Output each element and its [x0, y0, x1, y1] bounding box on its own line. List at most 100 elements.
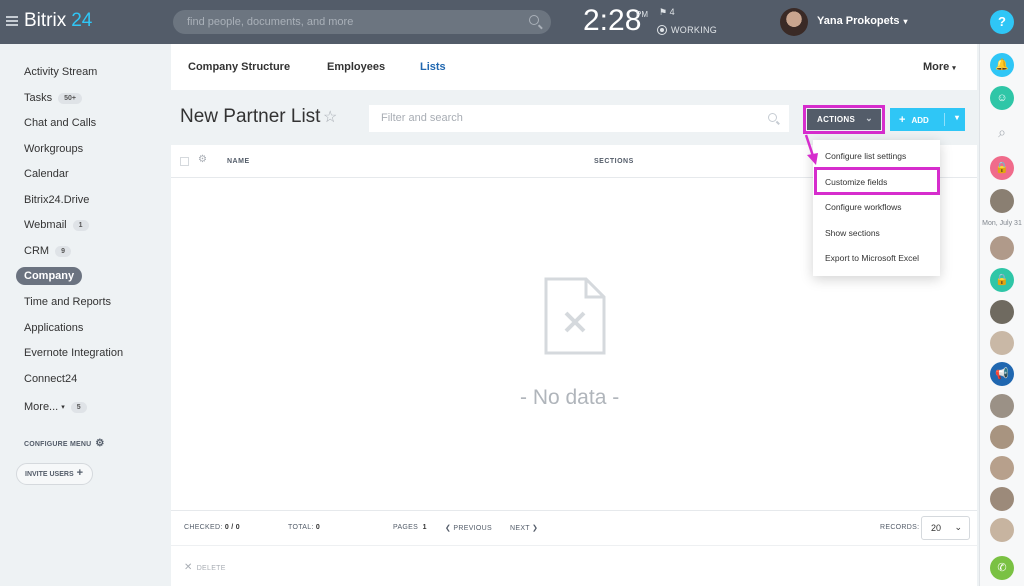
sidebar-item-tasks[interactable]: Tasks 50+ [24, 92, 82, 104]
pages-value: 1 [422, 524, 427, 531]
chevron-down-icon[interactable]: ▾ [955, 113, 959, 122]
global-search-input[interactable]: find people, documents, and more [173, 10, 551, 34]
sidebar-item-label: CRM [24, 245, 50, 257]
sidebar-item-drive[interactable]: Bitrix24.Drive [24, 194, 89, 206]
close-icon: ✕ [184, 562, 193, 573]
delete-button[interactable]: ✕ DELETE [184, 562, 226, 573]
tab-company-structure[interactable]: Company Structure [188, 61, 290, 73]
column-header-sections[interactable]: SECTIONS [594, 158, 634, 165]
contact-avatar[interactable] [990, 331, 1014, 355]
sidebar-item-evernote[interactable]: Evernote Integration [24, 347, 123, 359]
previous-label: PREVIOUS [453, 525, 492, 532]
previous-page-button[interactable]: ❮ PREVIOUS [445, 524, 492, 532]
sidebar-item-workgroups[interactable]: Workgroups [24, 143, 83, 155]
checked-value: 0 / 0 [224, 524, 240, 531]
sidebar-item-label: Calendar [24, 168, 69, 180]
sidebar-item-webmail[interactable]: Webmail 1 [24, 219, 89, 231]
contact-avatar[interactable] [990, 425, 1014, 449]
highlight-box [803, 105, 885, 134]
help-icon[interactable]: ? [990, 10, 1014, 34]
records-label: RECORDS: [880, 524, 920, 531]
sidebar-item-applications[interactable]: Applications [24, 322, 83, 334]
delete-label: DELETE [196, 565, 226, 572]
next-label: NEXT [510, 525, 530, 532]
sidebar-item-connect24[interactable]: Connect24 [24, 373, 77, 385]
gear-icon: ⚙ [95, 438, 105, 449]
invite-users-button[interactable]: INVITE USERS + [16, 463, 93, 485]
clock-time[interactable]: 2:28 [583, 4, 641, 38]
lock-icon[interactable]: 🔒 [990, 268, 1014, 292]
menu-item-configure-workflows[interactable]: Configure workflows [825, 202, 902, 212]
pointer-arrow-icon [804, 134, 818, 165]
select-all-checkbox[interactable] [180, 157, 189, 166]
next-page-button[interactable]: NEXT ❯ [510, 524, 538, 532]
pages-label: PAGES [393, 524, 419, 531]
contact-avatar[interactable] [990, 189, 1014, 213]
contact-avatar[interactable] [990, 487, 1014, 511]
sidebar-item-chat[interactable]: Chat and Calls [24, 117, 96, 129]
sidebar-item-label: Chat and Calls [24, 117, 97, 129]
sidebar-item-company[interactable]: Company [16, 267, 83, 285]
tab-employees[interactable]: Employees [327, 61, 385, 73]
plus-icon: + [76, 467, 83, 479]
search-icon[interactable]: ⌕ [990, 120, 1014, 144]
clock-ampm: PM [636, 10, 648, 19]
search-placeholder: find people, documents, and more [187, 16, 354, 28]
chat-icon[interactable]: ☺ [990, 86, 1014, 110]
sidebar-item-calendar[interactable]: Calendar [24, 168, 69, 180]
gear-icon[interactable]: ⚙ [198, 154, 207, 165]
menu-item-show-sections[interactable]: Show sections [825, 228, 880, 238]
user-menu[interactable]: Yana Prokopets ▾ [817, 15, 908, 27]
sidebar-item-label: Applications [24, 322, 84, 334]
total-label: TOTAL: [288, 524, 314, 531]
sidebar-item-label: Workgroups [24, 143, 84, 155]
count-badge: 5 [70, 401, 87, 413]
checked-label: CHECKED: [184, 524, 223, 531]
contact-avatar[interactable] [990, 518, 1014, 542]
sidebar-item-activity-stream[interactable]: Activity Stream [24, 66, 97, 78]
contact-avatar[interactable] [990, 236, 1014, 260]
sidebar-item-time-reports[interactable]: Time and Reports [24, 296, 111, 308]
lock-icon[interactable]: 🔒 [990, 156, 1014, 180]
sidebar-item-label: Connect24 [24, 373, 78, 385]
menu-icon[interactable] [6, 14, 18, 28]
sidebar-item-crm[interactable]: CRM 9 [24, 245, 71, 257]
status-icon [657, 25, 667, 35]
contact-avatar[interactable] [990, 394, 1014, 418]
bell-icon[interactable]: 🔔 [990, 53, 1014, 77]
phone-icon[interactable]: ✆ [990, 556, 1014, 580]
add-button[interactable]: + ADD ▾ [890, 108, 965, 131]
chevron-down-icon: ▾ [61, 404, 65, 411]
contact-avatar[interactable] [990, 456, 1014, 480]
empty-file-icon [544, 277, 606, 355]
menu-item-export-excel[interactable]: Export to Microsoft Excel [825, 253, 919, 263]
records-per-page-select[interactable]: 20 ⌄ [921, 516, 970, 540]
contact-avatar[interactable] [990, 300, 1014, 324]
checked-count: CHECKED: 0 / 0 [184, 524, 240, 531]
invite-users-label: INVITE USERS [25, 471, 74, 478]
configure-menu-button[interactable]: CONFIGURE MENU ⚙ [24, 438, 105, 449]
total-count: TOTAL: 0 [288, 524, 320, 531]
app-name: Bitrix [24, 10, 67, 31]
column-header-name[interactable]: NAME [227, 158, 250, 165]
divider [944, 113, 945, 126]
megaphone-icon[interactable]: 📢 [990, 362, 1014, 386]
app-logo[interactable]: Bitrix 24 [6, 10, 92, 32]
sidebar-item-label: Activity Stream [24, 66, 98, 78]
sidebar-item-more[interactable]: More... ▾ 5 [24, 401, 87, 413]
recent-date: Mon, July 31 [982, 220, 1022, 227]
app-version: 24 [71, 10, 93, 31]
total-value: 0 [315, 524, 321, 531]
count-badge: 9 [55, 245, 71, 257]
sidebar-item-label: Tasks [24, 92, 53, 104]
tab-lists[interactable]: Lists [420, 61, 446, 73]
tab-more[interactable]: More ▾ [923, 61, 956, 73]
work-status-label: WORKING [671, 25, 718, 35]
work-status[interactable]: WORKING [657, 25, 717, 35]
avatar[interactable] [780, 8, 808, 36]
tab-more-label: More [923, 61, 950, 73]
menu-item-configure-list-settings[interactable]: Configure list settings [825, 151, 906, 161]
flag-count-value: 4 [669, 7, 675, 17]
filter-search-input[interactable]: Filter and search [369, 105, 789, 132]
star-icon[interactable]: ☆ [323, 107, 337, 127]
